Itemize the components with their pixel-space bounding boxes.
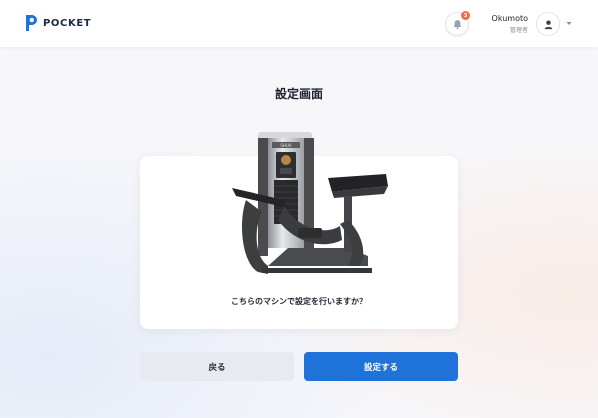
logo-text: POCKET: [43, 17, 92, 29]
notification-button[interactable]: 3: [445, 11, 470, 36]
avatar[interactable]: [536, 12, 560, 36]
notification-badge: 3: [461, 11, 470, 20]
back-button[interactable]: 戻る: [140, 352, 294, 381]
logo[interactable]: POCKET: [24, 14, 91, 32]
machine-brand: SHUA: [280, 143, 291, 148]
confirmation-question: こちらのマシンで設定を行いますか？: [231, 297, 367, 306]
bell-icon: [453, 19, 461, 29]
user-info[interactable]: Okumoto 管理者: [492, 14, 528, 34]
chevron-down-icon[interactable]: [566, 21, 572, 26]
user-name: Okumoto: [491, 14, 528, 23]
app-header: POCKET 3 Okumoto 管理者: [0, 0, 598, 47]
user-role: 管理者: [509, 27, 528, 34]
pocket-logo-icon: [26, 15, 37, 31]
page-title: 設定画面: [274, 87, 323, 101]
user-icon: [544, 19, 552, 29]
confirm-settings-button[interactable]: 設定する: [304, 352, 458, 381]
machine-image: SHUA: [232, 132, 388, 274]
